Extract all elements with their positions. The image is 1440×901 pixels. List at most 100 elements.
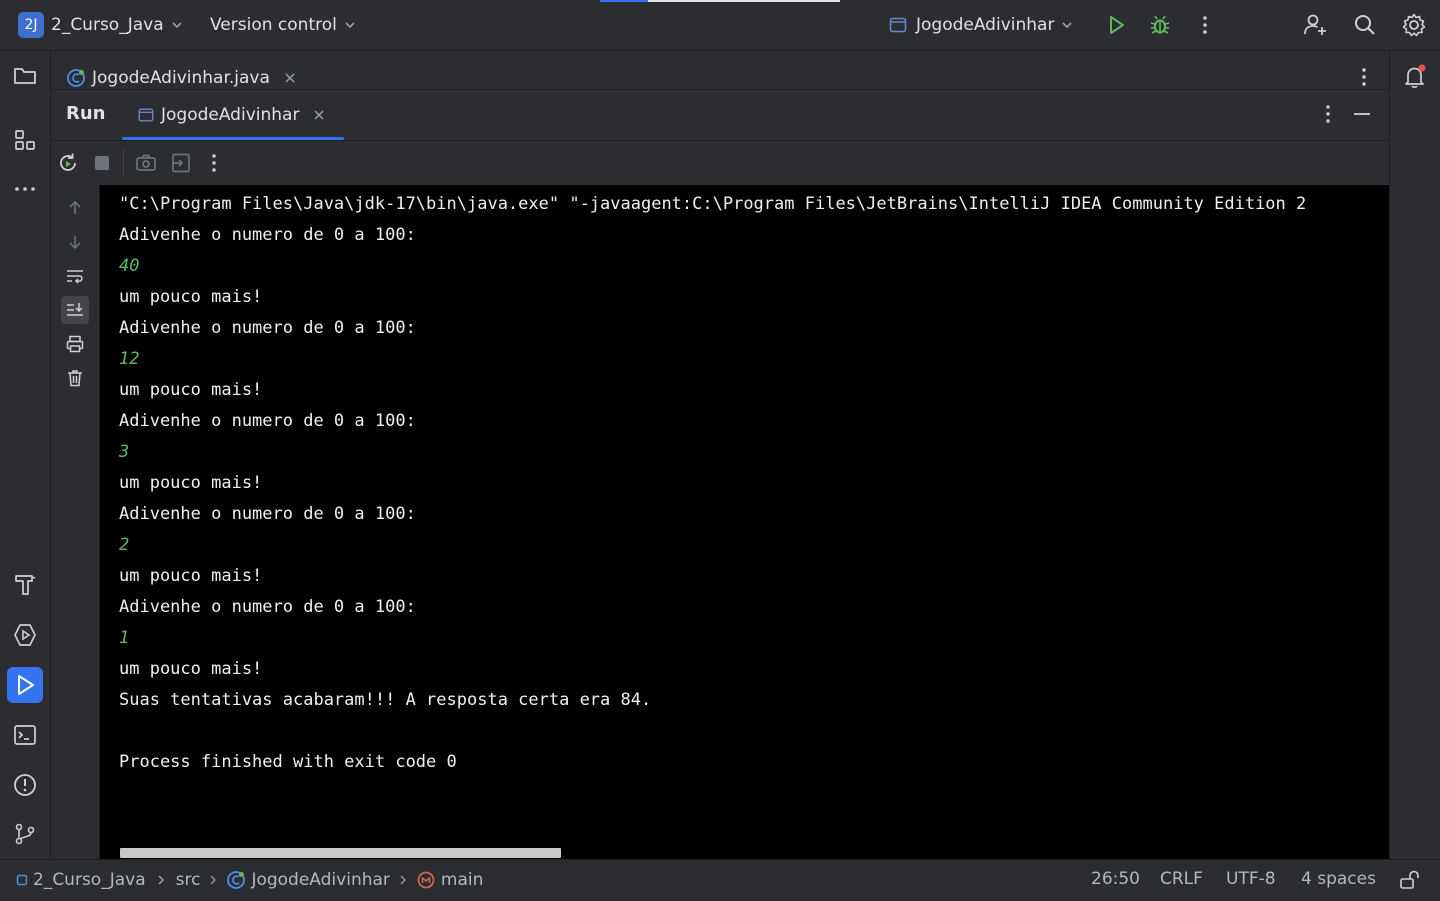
print-button[interactable]: [61, 330, 89, 358]
more-vertical-icon: [1362, 68, 1366, 86]
more-vertical-icon: [1326, 105, 1330, 123]
breadcrumb-item-class[interactable]: JogodeAdivinhar: [251, 870, 389, 890]
breadcrumb-item-project[interactable]: 2_Curso_Java: [33, 870, 146, 890]
git-tool-button[interactable]: [7, 816, 43, 852]
breadcrumb-item-src[interactable]: src: [176, 870, 201, 890]
clear-console-button[interactable]: [61, 364, 89, 392]
indent-setting[interactable]: 4 spaces: [1301, 869, 1376, 889]
console-output-line: Suas tentativas acabaram!!! A resposta c…: [119, 690, 652, 710]
scroll-down-button[interactable]: [61, 228, 89, 256]
close-icon[interactable]: [311, 107, 327, 123]
version-control-label: Version control: [210, 15, 337, 35]
soft-wrap-icon: [67, 270, 83, 284]
rerun-icon: [60, 153, 76, 171]
exit-icon: [172, 153, 190, 173]
stop-icon: [95, 156, 109, 170]
services-tool-button[interactable]: [7, 617, 43, 653]
bug-icon: [1150, 15, 1170, 34]
structure-icon: [15, 130, 35, 150]
method-icon: [417, 871, 435, 889]
minimize-icon: [1354, 113, 1370, 115]
scroll-to-end-button[interactable]: [61, 296, 89, 324]
build-tool-button[interactable]: [7, 567, 43, 603]
console-output-line: um pouco mais!: [119, 287, 263, 307]
hammer-icon: [15, 575, 36, 595]
run-tab[interactable]: JogodeAdivinhar: [137, 103, 327, 127]
project-badge[interactable]: 2J: [18, 12, 44, 38]
java-class-icon: [227, 871, 246, 889]
console-output-line: Adivenhe o numero de 0 a 100:: [119, 411, 416, 431]
structure-tool-button[interactable]: [7, 122, 43, 158]
stop-button[interactable]: [91, 152, 113, 174]
chevron-right-icon: [158, 875, 164, 885]
console-input-line: 12: [119, 349, 140, 369]
chevron-down-icon: [345, 22, 355, 29]
play-icon: [1110, 16, 1124, 34]
application-config-icon: [138, 108, 154, 122]
console-output-line: Adivenhe o numero de 0 a 100:: [119, 597, 416, 617]
chevron-right-icon: [210, 875, 217, 885]
line-separator[interactable]: CRLF: [1160, 869, 1203, 889]
bell-icon: [1405, 64, 1426, 88]
more-tools-button[interactable]: [7, 171, 43, 207]
console-output-line: um pouco mais!: [119, 659, 263, 679]
close-icon[interactable]: [282, 70, 298, 86]
terminal-tool-button[interactable]: [7, 717, 43, 753]
console-input-line: 1: [119, 628, 130, 648]
git-branch-icon: [15, 823, 35, 845]
search-icon: [1355, 15, 1375, 35]
hide-panel-button[interactable]: [1350, 102, 1374, 126]
java-class-icon: [67, 69, 85, 87]
gear-icon: [1402, 13, 1426, 37]
warning-circle-icon: [14, 774, 36, 796]
screenshot-button[interactable]: [134, 151, 158, 175]
console-output-line: um pouco mais!: [119, 380, 263, 400]
rerun-button[interactable]: [56, 151, 80, 175]
console-side-toolbar: [51, 185, 100, 859]
services-icon: [14, 624, 36, 646]
add-user-button[interactable]: [1302, 12, 1328, 38]
run-tab-underline: [122, 137, 344, 140]
problems-tool-button[interactable]: [7, 767, 43, 803]
editor-tabs-more-button[interactable]: [1352, 65, 1376, 89]
chevron-right-icon: [400, 875, 406, 885]
caret-position[interactable]: 26:50: [1091, 869, 1140, 889]
add-user-icon: [1304, 14, 1326, 35]
scroll-to-end-icon: [67, 303, 83, 316]
horizontal-scrollbar[interactable]: [120, 848, 561, 858]
application-config-icon: [889, 17, 907, 33]
console-input-line: 2: [119, 535, 130, 555]
settings-button[interactable]: [1401, 12, 1427, 38]
run-config-selector[interactable]: JogodeAdivinhar: [888, 13, 1076, 37]
breadcrumb-item-method[interactable]: main: [441, 870, 483, 890]
run-tool-button[interactable]: [7, 667, 43, 703]
project-name: 2_Curso_Java: [51, 15, 164, 35]
project-tool-button[interactable]: [7, 58, 43, 94]
debug-button[interactable]: [1148, 13, 1172, 37]
version-control-menu[interactable]: Version control: [210, 13, 359, 37]
run-panel-options-button[interactable]: [1316, 102, 1340, 126]
project-selector[interactable]: 2_Curso_Java: [51, 13, 186, 37]
editor-tab-label: JogodeAdivinhar.java: [92, 68, 270, 88]
editor-tab[interactable]: JogodeAdivinhar.java: [66, 66, 298, 90]
toolbar-divider: [123, 150, 124, 176]
console-output-line: Adivenhe o numero de 0 a 100:: [119, 504, 416, 524]
console-input-line: 3: [119, 442, 130, 462]
more-actions-button[interactable]: [1193, 13, 1217, 37]
notifications-button[interactable]: [1401, 63, 1429, 91]
file-encoding[interactable]: UTF-8: [1226, 869, 1276, 889]
console-input-line: 40: [119, 256, 140, 276]
run-button[interactable]: [1104, 13, 1128, 37]
console-output[interactable]: "C:\Program Files\Java\jdk-17\bin\java.e…: [100, 185, 1389, 859]
arrow-down-icon: [69, 236, 81, 250]
restore-layout-button[interactable]: [169, 151, 193, 175]
soft-wrap-button[interactable]: [61, 262, 89, 290]
right-tool-strip: [1389, 51, 1440, 859]
console-more-button[interactable]: [202, 151, 226, 175]
camera-icon: [136, 154, 156, 171]
search-button[interactable]: [1352, 12, 1378, 38]
module-icon: [16, 874, 28, 886]
read-only-toggle[interactable]: [1398, 869, 1420, 891]
scroll-up-button[interactable]: [61, 194, 89, 222]
